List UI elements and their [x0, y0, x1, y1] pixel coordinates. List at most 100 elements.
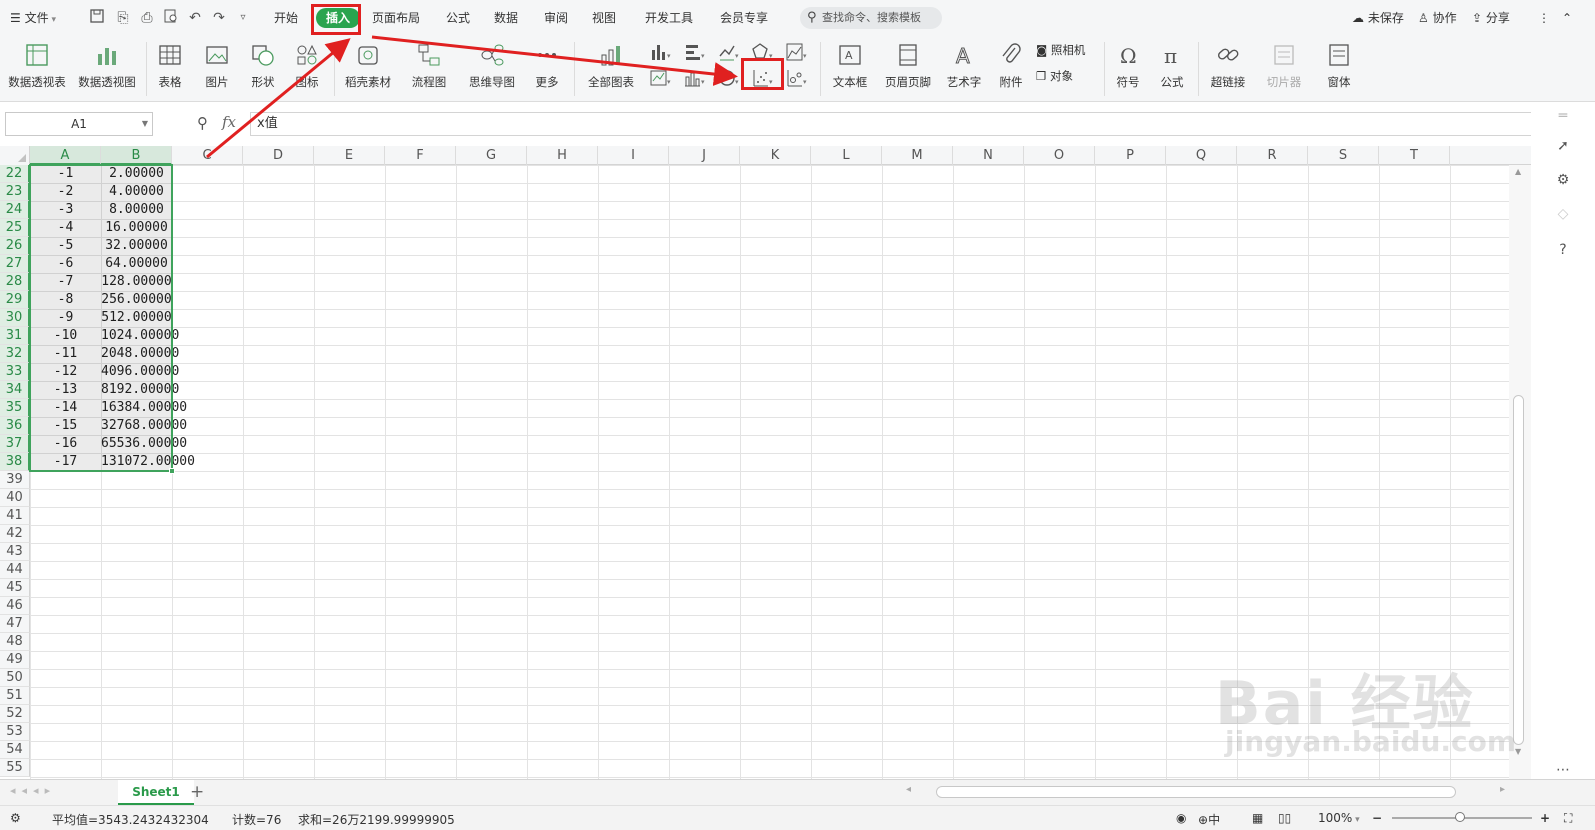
tab-page-layout[interactable]: 页面布局: [372, 8, 420, 28]
row-header[interactable]: 38: [0, 453, 30, 471]
cell-y-value[interactable]: 65536.00000: [101, 435, 187, 453]
column-header[interactable]: B: [101, 146, 172, 165]
attachment-button[interactable]: 附件: [994, 42, 1028, 90]
column-header[interactable]: E: [314, 146, 385, 165]
row-header[interactable]: 48: [0, 633, 30, 651]
row-header[interactable]: 37: [0, 435, 30, 453]
row-header[interactable]: 27: [0, 255, 30, 273]
row-header[interactable]: 34: [0, 381, 30, 399]
icon-library-button[interactable]: 图标: [288, 42, 326, 90]
camera-button[interactable]: ◙ 照相机: [1036, 40, 1085, 60]
pivot-table-button[interactable]: 数据透视表: [6, 42, 68, 90]
zoom-in-icon[interactable]: +: [1540, 811, 1550, 825]
share-button[interactable]: ⇪ 分享: [1472, 8, 1510, 28]
cell-x-value[interactable]: -17: [30, 453, 101, 471]
column-header[interactable]: G: [456, 146, 527, 165]
picture-button[interactable]: 图片: [198, 42, 236, 90]
input-language[interactable]: ⊕中: [1198, 811, 1220, 828]
cell-x-value[interactable]: -7: [30, 273, 101, 291]
tab-view[interactable]: 视图: [592, 8, 616, 28]
row-header[interactable]: 23: [0, 183, 30, 201]
formula-button[interactable]: π 公式: [1154, 42, 1190, 90]
row-header[interactable]: 36: [0, 417, 30, 435]
window-form-button[interactable]: 窗体: [1318, 42, 1360, 90]
formula-input[interactable]: x值: [250, 112, 1536, 136]
more-options-icon[interactable]: ⋮: [1538, 8, 1550, 28]
hyperlink-button[interactable]: 超链接: [1206, 42, 1250, 90]
cell-y-value[interactable]: 128.00000: [101, 273, 172, 291]
select-pointer-icon[interactable]: ➚: [1553, 136, 1573, 156]
row-header[interactable]: 51: [0, 687, 30, 705]
row-header[interactable]: 55: [0, 759, 30, 777]
cell-x-value[interactable]: -13: [30, 381, 101, 399]
cell-y-value[interactable]: 512.00000: [101, 309, 172, 327]
more-button[interactable]: 更多: [528, 42, 566, 90]
tab-home[interactable]: 开始: [274, 8, 298, 28]
row-header[interactable]: 53: [0, 723, 30, 741]
cell-x-value[interactable]: -14: [30, 399, 101, 417]
cell-x-value[interactable]: -5: [30, 237, 101, 255]
tab-data[interactable]: 数据: [494, 8, 518, 28]
zoom-out-icon[interactable]: −: [1372, 811, 1382, 825]
cell-y-value[interactable]: 16.00000: [101, 219, 172, 237]
column-header[interactable]: I: [598, 146, 669, 165]
line-chart-icon[interactable]: ▾: [718, 42, 740, 62]
column-header[interactable]: J: [669, 146, 740, 165]
row-header[interactable]: 35: [0, 399, 30, 417]
sheet-tab[interactable]: Sheet1: [118, 780, 194, 805]
cell-y-value[interactable]: 131072.00000: [101, 453, 195, 471]
add-sheet-icon[interactable]: +: [190, 782, 204, 802]
tab-insert[interactable]: 插入: [316, 8, 361, 28]
row-header[interactable]: 25: [0, 219, 30, 237]
column-header[interactable]: H: [527, 146, 598, 165]
cell-x-value[interactable]: -12: [30, 363, 101, 381]
row-header[interactable]: 54: [0, 741, 30, 759]
flowchart-button[interactable]: 流程图: [404, 42, 454, 90]
page-view-icon[interactable]: ▯▯: [1278, 811, 1291, 825]
column-header[interactable]: A: [30, 146, 101, 165]
cell-y-value[interactable]: 32.00000: [101, 237, 172, 255]
tab-developer[interactable]: 开发工具: [645, 8, 693, 28]
customize-toolbar-icon[interactable]: ▿: [234, 9, 252, 27]
column-header[interactable]: R: [1237, 146, 1308, 165]
print-preview-icon[interactable]: [162, 9, 180, 27]
redo-icon[interactable]: ↷: [210, 9, 228, 27]
cell-y-value[interactable]: 256.00000: [101, 291, 172, 309]
fullscreen-icon[interactable]: ⛶: [1564, 811, 1572, 826]
row-header[interactable]: 46: [0, 597, 30, 615]
command-search[interactable]: ⚲ 查找命令、搜索模板: [800, 7, 942, 29]
sheet-navigation-icon[interactable]: ◂◂◂▸: [10, 784, 56, 797]
column-header[interactable]: F: [385, 146, 456, 165]
column-header[interactable]: N: [953, 146, 1024, 165]
horizontal-scrollbar[interactable]: [936, 786, 1456, 798]
save-icon[interactable]: [88, 9, 106, 27]
column-header[interactable]: D: [243, 146, 314, 165]
zoom-level[interactable]: 100% ▾: [1318, 811, 1360, 825]
column-chart-icon[interactable]: ▾: [650, 42, 672, 62]
cell-x-value[interactable]: -16: [30, 435, 101, 453]
scatter-chart-icon[interactable]: ▾: [752, 68, 774, 88]
row-header[interactable]: 50: [0, 669, 30, 687]
cell-x-value[interactable]: -6: [30, 255, 101, 273]
more-dots-icon[interactable]: ⋯: [1553, 760, 1573, 780]
scroll-up-icon[interactable]: ▲: [1515, 167, 1521, 176]
name-box[interactable]: A1 ▼: [5, 112, 153, 136]
row-header[interactable]: 31: [0, 327, 30, 345]
pivot-chart-button[interactable]: 数据透视图: [76, 42, 138, 90]
object-button[interactable]: ❐ 对象: [1036, 66, 1073, 86]
row-header[interactable]: 47: [0, 615, 30, 633]
cell-x-value[interactable]: -15: [30, 417, 101, 435]
eye-protection-icon[interactable]: ◉: [1176, 811, 1186, 825]
row-header[interactable]: 40: [0, 489, 30, 507]
cell-y-value[interactable]: 2.00000: [101, 165, 172, 183]
macro-icon[interactable]: ⚙: [10, 811, 21, 825]
pie-chart-icon[interactable]: ▾: [718, 68, 740, 88]
tab-member[interactable]: 会员专享: [720, 8, 768, 28]
select-all-corner[interactable]: [0, 146, 30, 165]
wordart-button[interactable]: A 艺术字: [940, 42, 988, 90]
shape-button[interactable]: 形状: [244, 42, 282, 90]
cell-x-value[interactable]: -4: [30, 219, 101, 237]
table-button[interactable]: 表格: [152, 42, 188, 90]
tab-formulas[interactable]: 公式: [446, 8, 470, 28]
collapse-ribbon-icon[interactable]: ⌃: [1562, 8, 1572, 28]
